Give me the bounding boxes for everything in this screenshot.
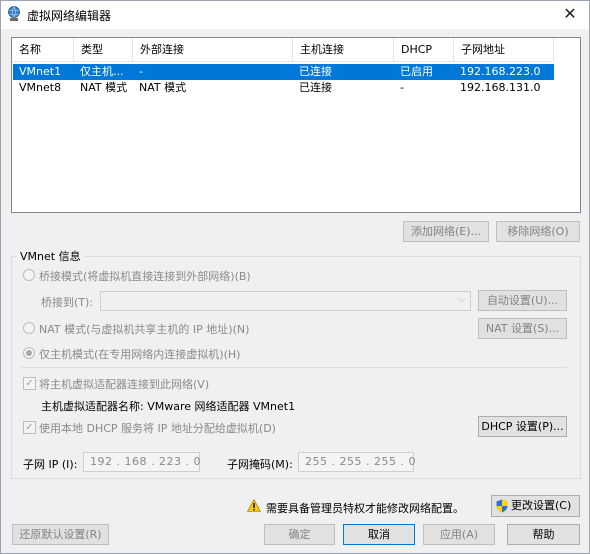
change-settings-button[interactable]: 更改设置(C) (491, 495, 580, 517)
cell-name: VMnet8 (19, 81, 62, 94)
cell-subnet: 192.168.223.0 (460, 65, 541, 78)
bridged-to-select[interactable]: ⌵ (100, 291, 471, 311)
title-bar: 虚拟网络编辑器 ✕ (1, 1, 589, 29)
virtual-network-editor-window: 虚拟网络编辑器 ✕ 名称 类型 外部连接 主机连接 DHCP 子网地址 VMne… (0, 0, 590, 554)
nat-mode-label: NAT 模式(与虚拟机共享主机的 IP 地址)(N) (39, 323, 250, 336)
subnet-mask-label: 子网掩码(M): (227, 458, 293, 471)
cell-host: 已连接 (299, 65, 332, 78)
vmnet-info-title: VMnet 信息 (17, 248, 84, 264)
close-icon: ✕ (563, 4, 577, 23)
chevron-down-icon: ⌵ (458, 294, 466, 305)
nat-mode-radio[interactable] (23, 322, 35, 334)
ok-button[interactable]: 确定 (264, 524, 335, 545)
network-globe-icon (8, 6, 20, 21)
host-only-mode-radio[interactable] (23, 347, 35, 359)
nat-settings-button[interactable]: NAT 设置(S)... (478, 318, 567, 339)
auto-settings-button[interactable]: 自动设置(U)... (478, 290, 567, 311)
cell-name: VMnet1 (19, 65, 62, 78)
cell-dhcp: - (400, 81, 404, 94)
host-only-mode-label: 仅主机模式(在专用网络内连接虚拟机)(H) (39, 348, 241, 361)
cell-external: NAT 模式 (139, 81, 187, 94)
uac-shield-icon (496, 499, 508, 513)
divider (21, 367, 567, 368)
column-header-host[interactable]: 主机连接 (293, 38, 394, 62)
cell-subnet: 192.168.131.0 (460, 81, 541, 94)
column-header-external[interactable]: 外部连接 (133, 38, 293, 62)
cell-type: 仅主机... (80, 65, 124, 78)
apply-button[interactable]: 应用(A) (423, 524, 495, 545)
cancel-button[interactable]: 取消 (343, 524, 415, 545)
bridged-mode-radio[interactable] (23, 269, 35, 281)
warning-icon (247, 499, 261, 512)
table-row-vmnet1[interactable]: VMnet1 仅主机... - 已连接 已启用 192.168.223.0 (13, 64, 554, 80)
cell-type: NAT 模式 (80, 81, 128, 94)
use-dhcp-label: 使用本地 DHCP 服务将 IP 地址分配给虚拟机(D) (39, 422, 276, 435)
adapter-name-label: 主机虚拟适配器名称: VMware 网络适配器 VMnet1 (41, 400, 296, 413)
subnet-mask-field[interactable]: 255 . 255 . 255 . 0 (298, 452, 415, 472)
cell-dhcp: 已启用 (400, 65, 433, 78)
cell-host: 已连接 (299, 81, 332, 94)
change-settings-label: 更改设置(C) (511, 499, 572, 512)
restore-defaults-button[interactable]: 还原默认设置(R) (12, 524, 109, 545)
connect-adapter-checkbox[interactable]: ✓ (23, 377, 36, 390)
remove-network-button[interactable]: 移除网络(O) (496, 221, 580, 242)
column-header-type[interactable]: 类型 (74, 38, 133, 62)
subnet-ip-field[interactable]: 192 . 168 . 223 . 0 (83, 452, 200, 472)
admin-notice-text: 需要具备管理员特权才能修改网络配置。 (266, 502, 464, 515)
table-row-vmnet8[interactable]: VMnet8 NAT 模式 NAT 模式 已连接 - 192.168.131.0 (13, 80, 554, 96)
dhcp-settings-button[interactable]: DHCP 设置(P)... (478, 416, 567, 437)
cell-external: - (139, 65, 143, 78)
help-button[interactable]: 帮助 (507, 524, 580, 545)
network-list[interactable]: 名称 类型 外部连接 主机连接 DHCP 子网地址 VMnet1 仅主机... … (11, 37, 581, 213)
connect-adapter-label: 将主机虚拟适配器连接到此网络(V) (39, 378, 210, 391)
column-header-dhcp[interactable]: DHCP (394, 38, 454, 62)
close-button[interactable]: ✕ (551, 1, 589, 29)
add-network-button[interactable]: 添加网络(E)... (403, 221, 489, 242)
subnet-ip-label: 子网 IP (I): (23, 458, 78, 471)
window-title: 虚拟网络编辑器 (27, 9, 112, 23)
list-header: 名称 类型 外部连接 主机连接 DHCP 子网地址 (12, 38, 554, 62)
bridged-mode-label: 桥接模式(将虚拟机直接连接到外部网络)(B) (39, 270, 251, 283)
column-header-subnet[interactable]: 子网地址 (454, 38, 554, 62)
column-header-name[interactable]: 名称 (12, 38, 74, 62)
use-dhcp-checkbox[interactable]: ✓ (23, 421, 36, 434)
bridged-to-label: 桥接到(T): (41, 296, 94, 309)
